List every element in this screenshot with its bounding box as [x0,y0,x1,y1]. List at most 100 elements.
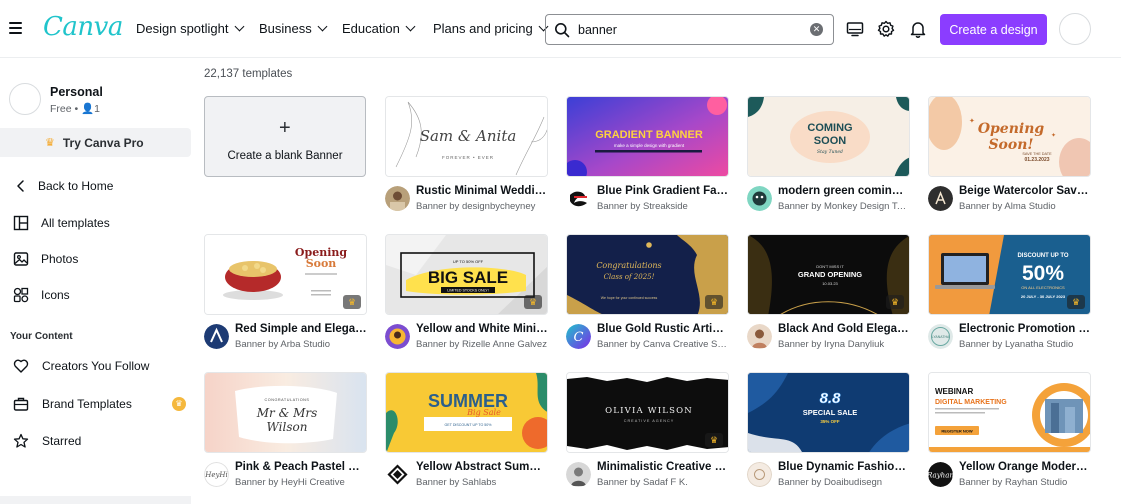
template-creator[interactable]: Banner by Sadaf F K. [597,477,729,488]
nav-business[interactable]: Business [259,21,328,36]
template-thumbnail[interactable]: DISCOUNT UP TO 50% ON ALL ELECTRONICS 20… [928,234,1091,315]
shapes-icon [13,287,29,303]
creator-avatar[interactable] [385,186,410,211]
gear-icon[interactable] [876,19,896,39]
creator-avatar[interactable] [747,324,772,349]
nav-plans-and-pricing[interactable]: Plans and pricing [433,21,549,36]
svg-text:Soon: Soon [306,257,337,270]
account-avatar[interactable] [9,83,41,115]
svg-text:35% OFF: 35% OFF [820,419,840,424]
heart-icon [13,359,29,373]
template-title[interactable]: Blue Dynamic Fashion Sale Banner [778,461,910,473]
create-blank-banner-card[interactable]: + Create a blank Banner [204,96,366,177]
svg-text:SOON: SOON [814,135,846,147]
template-creator[interactable]: Banner by Doaibudisegn [778,477,910,488]
template-thumbnail[interactable]: UP TO 50% OFF BIG SALE LIMITED STOCKS ON… [385,234,548,315]
template-title[interactable]: Yellow Abstract Summer Sale Banner [416,461,548,473]
template-creator[interactable]: Banner by Canva Creative Studio [597,339,729,350]
pro-crown-icon: ♛ [343,295,361,309]
svg-text:COMING: COMING [807,122,852,134]
template-creator[interactable]: Banner by Arba Studio [235,339,367,350]
template-thumbnail[interactable]: 8.8 SPECIAL SALE 35% OFF [747,372,910,453]
svg-text:FOREVER • EVER: FOREVER • EVER [442,155,494,160]
template-title[interactable]: Blue Gold Rustic Artistic Banner [597,323,729,335]
template-title[interactable]: Rustic Minimal Wedding Banner [416,185,548,197]
creator-avatar[interactable]: C [566,324,591,349]
sidebar-item-back-home[interactable]: Back to Home [0,173,191,199]
creator-avatar[interactable]: Rayhan [928,462,953,487]
clear-search-icon[interactable]: ✕ [810,23,823,36]
create-design-button[interactable]: Create a design [940,14,1047,45]
nav-education[interactable]: Education [342,21,416,36]
template-creator[interactable]: Banner by Iryna Danyliuk [778,339,910,350]
account-name[interactable]: Personal [50,85,103,99]
svg-text:BIG SALE: BIG SALE [428,268,508,287]
template-title[interactable]: Yellow and White Minimalist Banner [416,323,548,335]
try-pro-button[interactable]: ♛ Try Canva Pro [0,128,191,157]
template-title[interactable]: Yellow Orange Modern Webinar Banner [959,461,1091,473]
creator-avatar[interactable] [747,462,772,487]
template-title[interactable]: Pink & Peach Pastel Wedding Banner [235,461,367,473]
bell-icon[interactable] [908,19,928,39]
template-thumbnail[interactable]: Opening Soon! SAVE THE DATE 01.23.2023 ✦… [928,96,1091,177]
creator-avatar[interactable] [566,462,591,487]
sidebar-item-all-templates[interactable]: All templates [0,210,191,236]
sidebar-item-creators-you-follow[interactable]: Creators You Follow [0,353,191,379]
creator-avatar[interactable] [928,186,953,211]
template-thumbnail[interactable]: SUMMER Big Sale GET DISCOUNT UP TO 50% [385,372,548,453]
template-creator[interactable]: Banner by Streakside [597,201,729,212]
creator-avatar[interactable] [385,462,410,487]
svg-text:HeyHi: HeyHi [204,471,228,479]
user-avatar[interactable] [1059,13,1091,45]
monitor-icon[interactable] [845,19,865,39]
template-creator[interactable]: Banner by HeyHi Creative [235,477,367,488]
template-thumbnail[interactable]: WEBINAR DIGITAL MARKETING REGISTER NOW [928,372,1091,453]
templates-icon [13,215,29,231]
template-thumbnail[interactable]: COMING SOON Stay Tuned [747,96,910,177]
sidebar-item-brand-templates[interactable]: Brand Templates ♛ [0,391,191,417]
plus-icon: + [279,117,291,139]
creator-avatar[interactable] [385,324,410,349]
template-title[interactable]: Minimalistic Creative Banner [597,461,729,473]
template-creator[interactable]: Banner by Sahlabs [416,477,548,488]
svg-text:GRAND OPENING: GRAND OPENING [798,270,862,279]
search-input[interactable] [578,22,798,37]
nav-design-spotlight[interactable]: Design spotlight [136,21,244,36]
template-thumbnail[interactable]: Sam & Anita FOREVER • EVER [385,96,548,177]
template-thumbnail[interactable]: OLIVIA WILSON CREATIVE AGENCY ♛ [566,372,729,453]
creator-avatar[interactable]: HeyHi [204,462,229,487]
template-title[interactable]: Black And Gold Elegant Banner [778,323,910,335]
template-title[interactable]: modern green coming soon banner [778,185,910,197]
template-creator[interactable]: Banner by Alma Studio [959,201,1091,212]
creator-avatar[interactable] [747,186,772,211]
template-creator[interactable]: Banner by designbycheyney [416,201,548,212]
creator-avatar[interactable] [566,186,591,211]
template-thumbnail[interactable]: Opening Soon ♛ [204,234,367,315]
menu-icon[interactable] [9,22,22,34]
template-creator[interactable]: Banner by Lyanatha Studio [959,339,1091,350]
sidebar-item-starred[interactable]: Starred [0,428,191,454]
template-thumbnail[interactable]: Congratulations Class of 2025! We hope f… [566,234,729,315]
svg-text:8.8: 8.8 [820,390,842,407]
template-thumbnail[interactable]: CONGRATULATIONS Mr & Mrs Wilson [204,372,367,453]
template-creator[interactable]: Banner by Rizelle Anne Galvez [416,339,548,350]
pro-crown-icon: ♛ [886,295,904,309]
template-thumbnail[interactable]: GRADIENT BANNER make a simple design wit… [566,96,729,177]
svg-text:Congratulations: Congratulations [596,261,661,270]
template-title[interactable]: Electronic Promotion Banner [959,323,1091,335]
template-thumbnail[interactable]: DON'T MISS IT GRAND OPENING 10.03.23 ♛ [747,234,910,315]
template-creator[interactable]: Banner by Monkey Design Team [778,201,910,212]
scrollbar[interactable] [1117,58,1121,504]
template-creator[interactable]: Banner by Rayhan Studio [959,477,1091,488]
canva-logo[interactable]: Canva [43,12,123,42]
chevron-down-icon [317,21,328,32]
creator-avatar[interactable]: LYANATHA [928,324,953,349]
search-bar: ✕ [545,14,834,45]
pro-crown-icon: ♛ [705,433,723,447]
sidebar-item-icons[interactable]: Icons [0,282,191,308]
template-title[interactable]: Blue Pink Gradient Fashion Banner [597,185,729,197]
template-title[interactable]: Beige Watercolor Save the Date [959,185,1091,197]
sidebar-item-photos[interactable]: Photos [0,246,191,272]
template-title[interactable]: Red Simple and Elegant Banner [235,323,367,335]
creator-avatar[interactable] [204,324,229,349]
